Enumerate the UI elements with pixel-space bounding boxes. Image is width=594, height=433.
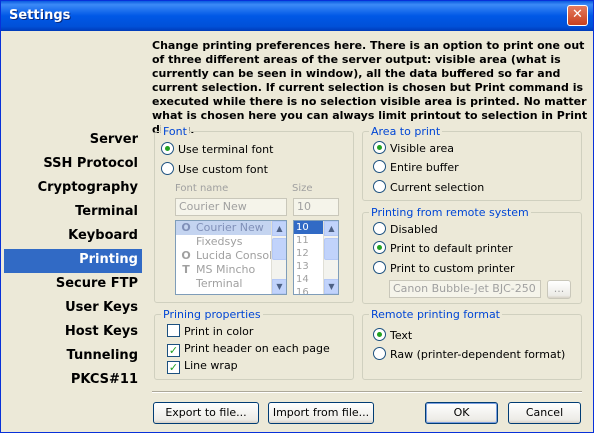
close-button[interactable]: ✕ <box>567 5 588 26</box>
disabled-radio[interactable] <box>373 222 386 235</box>
text-format-option[interactable]: Text <box>373 328 412 344</box>
title-bar: Settings ✕ <box>1 1 593 31</box>
window-title: Settings <box>9 8 71 23</box>
entire-buffer-label: Entire buffer <box>390 161 459 174</box>
use-custom-font-option[interactable]: Use custom font <box>161 162 268 178</box>
raw-format-radio[interactable] <box>373 347 386 360</box>
truetype-font-icon: T <box>182 263 190 276</box>
dialog-body: Server SSH Protocol Cryptography Termina… <box>4 31 590 429</box>
print-header-label: Print header on each page <box>184 342 330 355</box>
use-custom-font-radio[interactable] <box>161 162 174 175</box>
use-terminal-font-option[interactable]: Use terminal font <box>161 142 273 158</box>
scroll-up-icon[interactable]: ▲ <box>272 221 286 236</box>
sidebar-item-printing[interactable]: Printing <box>4 249 142 273</box>
opentype-font-icon: O <box>181 249 191 262</box>
area-legend: Area to print <box>369 125 443 138</box>
custom-printer-option[interactable]: Print to custom printer <box>373 261 514 277</box>
sidebar-item-host-keys[interactable]: Host Keys <box>4 321 142 345</box>
entire-buffer-radio[interactable] <box>373 160 386 173</box>
size-label: Size <box>292 183 313 194</box>
default-printer-label: Print to default printer <box>390 242 513 255</box>
text-format-radio[interactable] <box>373 328 386 341</box>
default-printer-option[interactable]: Print to default printer <box>373 241 513 257</box>
ok-button[interactable]: OK <box>425 402 498 424</box>
size-list-scrollbar[interactable]: ▲ ▼ <box>323 221 338 294</box>
custom-printer-label: Print to custom printer <box>390 262 515 275</box>
browse-printer-button[interactable]: ... <box>547 280 571 299</box>
cancel-button[interactable]: Cancel <box>508 402 581 424</box>
default-printer-radio[interactable] <box>373 241 386 254</box>
size-input[interactable]: 10 <box>293 198 339 216</box>
use-custom-font-label: Use custom font <box>178 163 268 176</box>
custom-printer-input[interactable]: Canon Bubble-Jet BJC-250 <box>389 280 541 298</box>
current-selection-radio[interactable] <box>373 180 386 193</box>
close-icon: ✕ <box>572 7 583 22</box>
line-wrap-checkbox[interactable]: ✓ <box>167 361 180 374</box>
print-header-checkbox[interactable]: ✓ <box>167 344 180 357</box>
sidebar-item-server[interactable]: Server <box>4 129 142 153</box>
format-legend: Remote printing format <box>369 308 502 321</box>
font-list-scrollbar[interactable]: ▲ ▼ <box>271 221 286 294</box>
properties-legend: Prining properties <box>161 308 263 321</box>
font-list-item[interactable]: O Courier New <box>176 221 286 235</box>
font-list-item[interactable]: O Lucida Console <box>176 249 286 263</box>
raw-format-option[interactable]: Raw (printer-dependent format) <box>373 347 565 363</box>
scroll-thumb[interactable] <box>324 238 338 260</box>
sidebar-item-secure-ftp[interactable]: Secure FTP <box>4 273 142 297</box>
font-legend: Font <box>161 125 189 138</box>
export-to-file-button[interactable]: Export to file... <box>153 402 259 424</box>
font-group: Font Use terminal font Use custom font F… <box>154 125 354 303</box>
remote-format-group: Remote printing format Text Raw (printer… <box>362 308 582 380</box>
visible-area-label: Visible area <box>390 142 454 155</box>
visible-area-option[interactable]: Visible area <box>373 141 454 157</box>
print-in-color-checkbox[interactable] <box>167 324 180 337</box>
settings-window: Settings ✕ Server SSH Protocol Cryptogra… <box>0 0 594 433</box>
scroll-thumb[interactable] <box>272 238 286 260</box>
scroll-down-icon[interactable]: ▼ <box>324 279 338 294</box>
area-to-print-group: Area to print Visible area Entire buffer… <box>362 125 582 201</box>
use-terminal-font-radio[interactable] <box>161 142 174 155</box>
remote-legend: Printing from remote system <box>369 206 531 219</box>
font-list-item[interactable]: T MS Mincho <box>176 263 286 277</box>
sidebar-item-tunneling[interactable]: Tunneling <box>4 345 142 369</box>
truetype-font-icon: O <box>181 221 191 234</box>
scroll-down-icon[interactable]: ▼ <box>272 279 286 294</box>
raw-format-label: Raw (printer-dependent format) <box>390 348 566 361</box>
disabled-option[interactable]: Disabled <box>373 222 438 238</box>
sidebar-item-pkcs11[interactable]: PKCS#11 <box>4 369 142 393</box>
visible-area-radio[interactable] <box>373 141 386 154</box>
printing-properties-group: Prining properties Print in color ✓ Print… <box>154 308 354 380</box>
current-selection-label: Current selection <box>390 181 485 194</box>
disabled-label: Disabled <box>390 223 438 236</box>
printing-description: Change printing preferences here. There … <box>152 39 588 136</box>
line-wrap-option[interactable]: ✓ Line wrap <box>167 358 238 374</box>
remote-printing-group: Printing from remote system Disabled Pri… <box>362 206 582 304</box>
font-name-label: Font name <box>175 183 229 194</box>
scroll-up-icon[interactable]: ▲ <box>324 221 338 236</box>
font-list-item[interactable]: Fixedsys <box>176 235 286 249</box>
print-in-color-label: Print in color <box>184 325 254 338</box>
line-wrap-label: Line wrap <box>184 359 238 372</box>
print-header-option[interactable]: ✓ Print header on each page <box>167 341 330 357</box>
font-name-input[interactable]: Courier New <box>175 198 287 216</box>
sidebar-item-ssh-protocol[interactable]: SSH Protocol <box>4 153 142 177</box>
sidebar-item-cryptography[interactable]: Cryptography <box>4 177 142 201</box>
font-list-item[interactable]: Terminal <box>176 277 286 291</box>
text-format-label: Text <box>390 329 413 342</box>
sidebar-item-user-keys[interactable]: User Keys <box>4 297 142 321</box>
sidebar-item-keyboard[interactable]: Keyboard <box>4 225 142 249</box>
sidebar: Server SSH Protocol Cryptography Termina… <box>4 129 142 393</box>
size-list[interactable]: 10 11 12 13 14 16 ▲ ▼ <box>293 220 339 295</box>
entire-buffer-option[interactable]: Entire buffer <box>373 160 459 176</box>
bottom-separator <box>152 391 582 393</box>
print-in-color-option[interactable]: Print in color <box>167 324 253 340</box>
sidebar-item-terminal[interactable]: Terminal <box>4 201 142 225</box>
font-list[interactable]: O Courier New Fixedsys O Lucida Console TM… <box>175 220 287 295</box>
custom-printer-radio[interactable] <box>373 261 386 274</box>
use-terminal-font-label: Use terminal font <box>178 143 274 156</box>
current-selection-option[interactable]: Current selection <box>373 180 484 196</box>
import-from-file-button[interactable]: Import from file... <box>268 402 374 424</box>
